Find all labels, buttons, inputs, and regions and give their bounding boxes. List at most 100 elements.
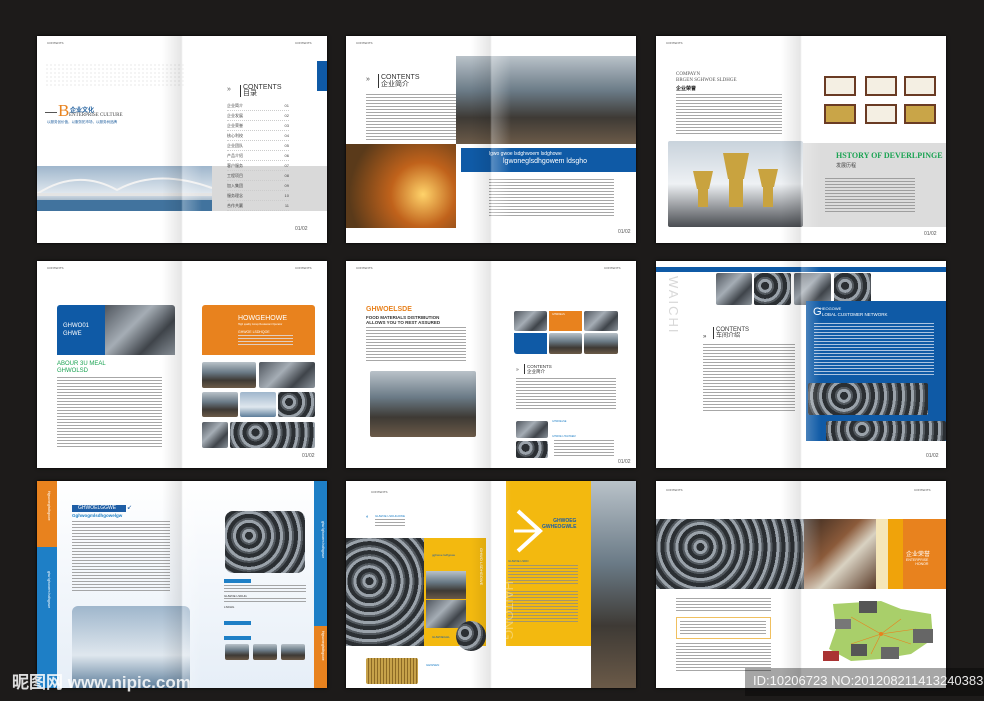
panel-line1: HEOGOWE: [820, 306, 842, 311]
page-number: 01/02: [618, 229, 631, 235]
blue-band: lgwo gwoe lsdghwoem lsdghowe lgwoneglsdh…: [461, 148, 636, 172]
trophy-icon: [693, 153, 778, 207]
spread-workshop: WAICHI » CONTENTS 车间介绍 G HEOGOWE LOBAL CU…: [656, 261, 946, 468]
label-text: GHWOELGGWE: [78, 505, 117, 511]
pipes-image: [426, 600, 466, 628]
toc-page: 11: [284, 203, 289, 208]
right-side-orange-text: Hgwoneglsdhgowe: [321, 631, 325, 661]
item-top: GHWOE LSDHGOWE: [375, 514, 406, 518]
page-number: 01/02: [295, 226, 308, 232]
header-mark: CONTENTS: [295, 266, 312, 270]
spread-products: Hgwoneglsdhgowe ghw lghwoem lsdhgowe GHW…: [37, 481, 327, 688]
spread-about: CONTENTS CONTENTS GHWO01 GHWE ABOUR 3U ME…: [37, 261, 327, 468]
toc-item[interactable]: 客户服务 07: [227, 161, 289, 171]
body-text: [366, 94, 456, 140]
toc-item[interactable]: 企业简介 01: [227, 101, 289, 111]
header-mark: CONTENTS: [666, 41, 683, 45]
coils-warehouse-image: [656, 519, 804, 589]
toc-item[interactable]: 加入集团 09: [227, 181, 289, 191]
toc-page: 10: [284, 193, 289, 198]
spread-honors: CONTENTS COMPAYN BRGEN SGHWOE SLDHGE 企业荣誉…: [656, 36, 946, 243]
toc-page: 02: [284, 113, 289, 118]
pipe-image: [716, 273, 752, 305]
panel-text: [508, 591, 578, 623]
panel-title: GHWOEG GWHEOGWLE: [542, 518, 576, 530]
chevron-icon: »: [366, 76, 370, 83]
orange-tile: GHWOELS: [549, 311, 582, 331]
honor-en-line2: HONOR: [915, 562, 929, 566]
warehouse-image: [456, 56, 636, 144]
map-image: [823, 601, 933, 661]
header-mark: CONTENTS: [604, 266, 621, 270]
contents-title: CONTENTS 目录: [240, 84, 282, 97]
toc-item[interactable]: 合作共赢 11: [227, 201, 289, 211]
subtitle: Gghwogmlsdhgowelgw: [72, 513, 123, 518]
toc-label: 产品介绍: [227, 153, 243, 158]
body-text: [703, 344, 795, 412]
certificate: [904, 76, 936, 96]
item2-label: LSDHG: [224, 605, 235, 609]
watermark-right: ID:10206723 NO:20120821141324038321: [753, 673, 984, 688]
plant-image: [426, 571, 466, 599]
toc-label: 企业团队: [227, 143, 243, 148]
item-text: [375, 519, 405, 527]
box-text: [680, 621, 766, 636]
right-side-blue-text: ghw lghwoem lsdhgowe: [321, 521, 325, 559]
orange-heading: GHWOE LSDHQOE: [238, 330, 270, 334]
tile-image: [584, 311, 618, 331]
toc-page: 04: [284, 133, 289, 138]
toc-item[interactable]: 企业团队 05: [227, 141, 289, 151]
toc-label: 客户服务: [227, 163, 243, 168]
body-text: [57, 377, 162, 447]
toc-label: 企业发展: [227, 113, 243, 118]
item-bottom: GHWOEGHL: [432, 635, 450, 639]
toc-item[interactable]: 服务理念 10: [227, 191, 289, 201]
globe-icon: ◐: [366, 514, 370, 520]
toc-label: 合作共赢: [227, 203, 243, 208]
label-box: GHWOELGGWE: [72, 505, 126, 512]
header-mark: CONTENTS: [295, 41, 312, 45]
body-text: [676, 643, 771, 671]
orange-sub: High quality Group Restaurant Operator: [238, 323, 283, 326]
watermark-left: 昵图网 www.nipic.com: [12, 673, 191, 692]
wire-image: [754, 273, 791, 305]
arrow-right-icon: [514, 509, 543, 553]
dot-pattern: [45, 63, 185, 88]
title-cn: 企业荣誉: [676, 86, 697, 92]
body-text: [676, 598, 771, 612]
green-line1: ABOUR 3U MEAL: [57, 361, 106, 367]
tile-image: [514, 311, 547, 331]
culture-en: ENTERPRISE CULTURE: [69, 113, 123, 118]
panel-list: [508, 565, 578, 585]
item-text: [224, 585, 306, 593]
body-text: [489, 179, 614, 217]
band-line2: lgwoneglsdhgowem ldsgho: [503, 158, 588, 165]
chevron-icon: »: [227, 86, 231, 93]
toc-item[interactable]: 企业发展 02: [227, 111, 289, 121]
toc-item[interactable]: 工程项目 08: [227, 171, 289, 181]
contents-title: CONTENTS 企业简介: [378, 74, 420, 88]
orange-title: HOWGEHOWE: [238, 315, 287, 322]
toc-label: 核心利校: [227, 133, 243, 138]
blue-box-text: GHWO01 GHWE: [63, 322, 89, 338]
toc-page: 03: [284, 123, 289, 128]
toc-item[interactable]: 产品介绍 06: [227, 151, 289, 161]
certificate: [824, 104, 856, 124]
tile-label: GHWOELS: [552, 313, 565, 316]
product-image: [202, 422, 228, 448]
contents-title: CONTENTS 车间介绍: [713, 327, 749, 339]
blue-tile: [514, 333, 547, 354]
vertical-text: GHWO LSDHGOWE: [479, 548, 484, 586]
history-panel: HSTORY OF DEVERLPINGE 发展历程: [803, 143, 946, 227]
trophies-image: [668, 141, 803, 227]
tile-image: [549, 333, 582, 354]
coils-image: [346, 538, 424, 646]
blue-box-line1: GHWO01: [63, 323, 90, 329]
panel-text: [814, 323, 934, 377]
coils-image: [808, 383, 928, 415]
toc-item[interactable]: 核心利校 04: [227, 131, 289, 141]
toc-item[interactable]: 企业荣誉 03: [227, 121, 289, 131]
tile-image: [584, 333, 618, 354]
warehouse-image: [591, 481, 636, 688]
toc-label: 工程项目: [227, 173, 243, 178]
